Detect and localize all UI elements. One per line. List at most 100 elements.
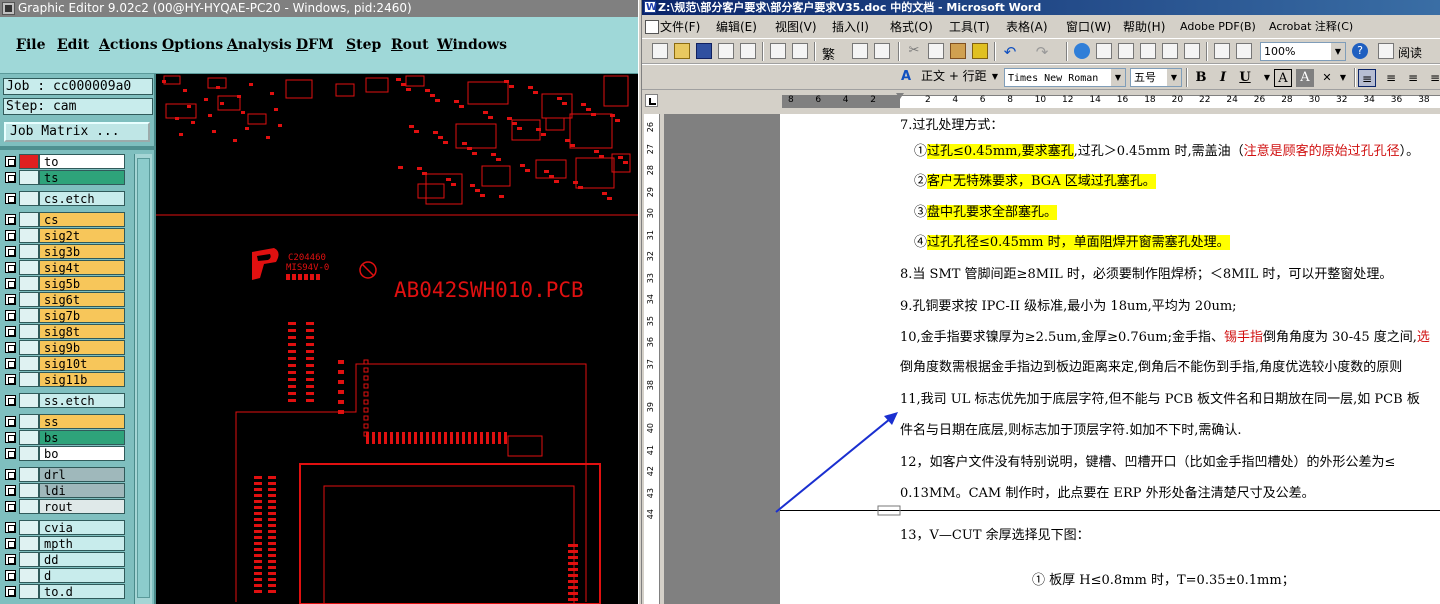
layer-row-sig6t[interactable]: sig6t bbox=[3, 292, 125, 307]
layer-row-sig11b[interactable]: sig11b bbox=[3, 372, 125, 387]
layer-state-box[interactable] bbox=[19, 340, 39, 355]
layer-name[interactable]: sig10t bbox=[39, 356, 125, 371]
layer-state-box[interactable] bbox=[19, 324, 39, 339]
job-matrix-button[interactable]: Job Matrix ... bbox=[4, 122, 150, 142]
layer-row-sig5b[interactable]: sig5b bbox=[3, 276, 125, 291]
layer-name[interactable]: dd bbox=[39, 552, 125, 567]
layer-row-ss.etch[interactable]: ss.etch bbox=[3, 393, 125, 408]
layer-checkbox[interactable] bbox=[5, 538, 16, 549]
layer-name[interactable]: cs.etch bbox=[39, 191, 125, 206]
layer-row-rout[interactable]: rout bbox=[3, 499, 125, 514]
ge-menu-file[interactable]: File bbox=[16, 37, 46, 53]
layer-checkbox[interactable] bbox=[5, 554, 16, 565]
layer-row-ldi[interactable]: ldi bbox=[3, 483, 125, 498]
ge-menu-rout[interactable]: Rout bbox=[391, 37, 429, 53]
layer-state-box[interactable] bbox=[19, 244, 39, 259]
layer-checkbox[interactable] bbox=[5, 448, 16, 459]
layer-state-box[interactable] bbox=[19, 308, 39, 323]
job-field[interactable]: Job : cc000009a0 bbox=[3, 78, 153, 95]
ge-menu-dfm[interactable]: DFM bbox=[296, 37, 334, 53]
layer-state-box[interactable] bbox=[19, 212, 39, 227]
layer-name[interactable]: ldi bbox=[39, 483, 125, 498]
pcb-canvas[interactable]: C204460 MIS94V-0 AB042SWH010.PCB bbox=[156, 74, 638, 604]
ge-menu-edit[interactable]: Edit bbox=[57, 37, 89, 53]
layer-checkbox[interactable] bbox=[5, 342, 16, 353]
layer-checkbox[interactable] bbox=[5, 395, 16, 406]
ge-title-bar[interactable]: Graphic Editor 9.02c2 (00@HY-HYQAE-PC20 … bbox=[0, 0, 638, 17]
layer-name[interactable]: sig8t bbox=[39, 324, 125, 339]
layer-checkbox[interactable] bbox=[5, 193, 16, 204]
layer-checkbox[interactable] bbox=[5, 230, 16, 241]
layer-row-drl[interactable]: drl bbox=[3, 467, 125, 482]
layer-state-box[interactable] bbox=[19, 228, 39, 243]
layer-state-box[interactable] bbox=[19, 536, 39, 551]
layer-name[interactable]: mpth bbox=[39, 536, 125, 551]
layer-state-box[interactable] bbox=[19, 372, 39, 387]
layer-checkbox[interactable] bbox=[5, 246, 16, 257]
layer-checkbox[interactable] bbox=[5, 214, 16, 225]
layer-state-box[interactable] bbox=[19, 393, 39, 408]
scroll-thumb[interactable] bbox=[137, 158, 150, 598]
layer-checkbox[interactable] bbox=[5, 294, 16, 305]
layer-state-box[interactable] bbox=[19, 191, 39, 206]
layer-name[interactable]: rout bbox=[39, 499, 125, 514]
layer-state-box[interactable] bbox=[19, 260, 39, 275]
layer-checkbox[interactable] bbox=[5, 262, 16, 273]
layer-checkbox[interactable] bbox=[5, 586, 16, 597]
layer-name[interactable]: cvia bbox=[39, 520, 125, 535]
layer-state-box[interactable] bbox=[19, 414, 39, 429]
ge-menu-options[interactable]: Options bbox=[162, 37, 223, 53]
layer-checkbox[interactable] bbox=[5, 469, 16, 480]
layer-state-box[interactable] bbox=[19, 483, 39, 498]
layer-state-box[interactable] bbox=[19, 446, 39, 461]
layer-row-cs.etch[interactable]: cs.etch bbox=[3, 191, 125, 206]
layer-checkbox[interactable] bbox=[5, 522, 16, 533]
ge-menu-step[interactable]: Step bbox=[346, 37, 381, 53]
layer-state-box[interactable] bbox=[19, 568, 39, 583]
layer-checkbox[interactable] bbox=[5, 156, 16, 167]
layer-name[interactable]: cs bbox=[39, 212, 125, 227]
layer-checkbox[interactable] bbox=[5, 310, 16, 321]
layer-row-sig7b[interactable]: sig7b bbox=[3, 308, 125, 323]
layer-name[interactable]: to.d bbox=[39, 584, 125, 599]
layer-row-mpth[interactable]: mpth bbox=[3, 536, 125, 551]
layer-state-box[interactable] bbox=[19, 584, 39, 599]
layer-name[interactable]: sig11b bbox=[39, 372, 125, 387]
layer-checkbox[interactable] bbox=[5, 374, 16, 385]
layer-row-dd[interactable]: dd bbox=[3, 552, 125, 567]
layer-row-sig10t[interactable]: sig10t bbox=[3, 356, 125, 371]
app-icon[interactable] bbox=[2, 2, 15, 15]
layer-checkbox[interactable] bbox=[5, 416, 16, 427]
layer-name[interactable]: sig4t bbox=[39, 260, 125, 275]
layer-row-d[interactable]: d bbox=[3, 568, 125, 583]
layer-row-sig9b[interactable]: sig9b bbox=[3, 340, 125, 355]
layer-name[interactable]: sig6t bbox=[39, 292, 125, 307]
layer-name[interactable]: ss bbox=[39, 414, 125, 429]
layer-name[interactable]: drl bbox=[39, 467, 125, 482]
layer-row-sig2t[interactable]: sig2t bbox=[3, 228, 125, 243]
layer-row-to.d[interactable]: to.d bbox=[3, 584, 125, 599]
ge-menu-windows[interactable]: Windows bbox=[437, 37, 507, 53]
layer-state-box[interactable] bbox=[19, 467, 39, 482]
layer-state-box[interactable] bbox=[19, 292, 39, 307]
layer-state-box[interactable] bbox=[19, 276, 39, 291]
layer-state-box[interactable] bbox=[19, 520, 39, 535]
layer-name[interactable]: bo bbox=[39, 446, 125, 461]
layer-row-bo[interactable]: bo bbox=[3, 446, 125, 461]
layer-checkbox[interactable] bbox=[5, 501, 16, 512]
layer-row-sig8t[interactable]: sig8t bbox=[3, 324, 125, 339]
layer-name[interactable]: sig5b bbox=[39, 276, 125, 291]
layer-checkbox[interactable] bbox=[5, 278, 16, 289]
layer-state-box[interactable] bbox=[19, 430, 39, 445]
layer-row-ss[interactable]: ss bbox=[3, 414, 125, 429]
layer-state-box[interactable] bbox=[19, 356, 39, 371]
ge-menu-actions[interactable]: Actions bbox=[99, 37, 158, 53]
layer-name[interactable]: sig2t bbox=[39, 228, 125, 243]
layer-name[interactable]: sig7b bbox=[39, 308, 125, 323]
layer-name[interactable]: ss.etch bbox=[39, 393, 125, 408]
layer-row-cs[interactable]: cs bbox=[3, 212, 125, 227]
layer-checkbox[interactable] bbox=[5, 358, 16, 369]
layer-state-box[interactable] bbox=[19, 499, 39, 514]
layer-checkbox[interactable] bbox=[5, 570, 16, 581]
layer-checkbox[interactable] bbox=[5, 432, 16, 443]
